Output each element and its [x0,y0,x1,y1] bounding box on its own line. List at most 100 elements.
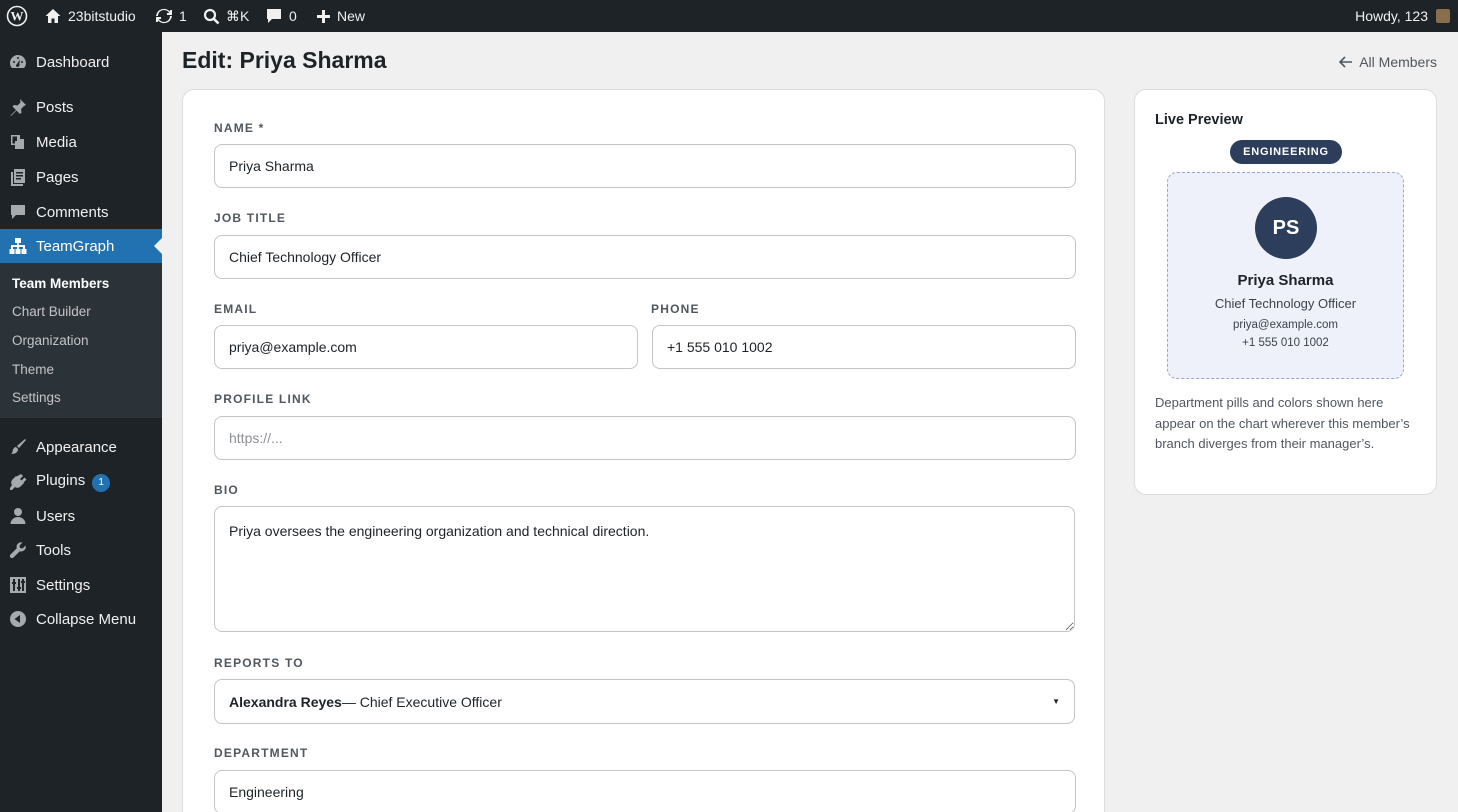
profile-link-input[interactable] [214,416,1076,460]
current-menu-arrow [154,238,162,254]
preview-note: Department pills and colors shown here a… [1155,395,1410,451]
preview-phone: +1 555 010 1002 [1242,337,1329,349]
job-title-label: JOB TITLE [214,211,287,225]
menu-label: Media [36,133,77,151]
menu-comments[interactable]: Comments [0,195,162,229]
all-members-label: All Members [1359,54,1437,70]
wrench-icon [9,541,27,559]
pages-icon [9,168,27,186]
menu-collapse[interactable]: Collapse Menu [0,602,162,636]
reports-to-name: Alexandra Reyes [229,693,342,710]
preview-email: priya@example.com [1233,319,1338,331]
howdy-label: Howdy, 123 [1355,8,1428,24]
comment-icon [9,203,27,221]
updates-count: 1 [179,8,187,24]
menu-label: Users [36,507,76,525]
menu-label: Tools [36,541,72,559]
pin-icon [9,98,27,116]
live-preview-title: Live Preview [1155,112,1243,128]
plus-icon [316,9,331,24]
name-label: NAME * [214,121,265,135]
search-shortcut-label: ⌘K [226,7,250,24]
menu-label: Plugins 1 [36,472,111,492]
reports-to-title: — Chief Executive Officer [341,693,502,710]
search-shortcut[interactable]: ⌘K [203,0,249,32]
user-icon [9,507,27,525]
reports-to-label: REPORTS TO [214,656,304,670]
menu-label: Dashboard [36,53,110,71]
menu-plugins[interactable]: Plugins 1 [0,465,162,499]
updates-icon [155,7,173,25]
comments-count: 0 [289,8,297,24]
home-icon [44,7,62,25]
department-label: DEPARTMENT [214,746,309,760]
submenu-organization[interactable]: Organization [12,333,89,348]
new-label: New [337,8,366,24]
admin-sidebar-lower: Appearance Plugins 1 Users Tools Settings… [0,418,162,812]
phone-label: PHONE [651,302,700,316]
menu-label: Collapse Menu [36,610,137,628]
name-input[interactable] [214,144,1076,188]
all-members-link[interactable]: All Members [1339,54,1437,70]
menu-label: Pages [36,168,79,186]
caret-down-icon: ▼ [1052,697,1060,706]
profile-link-label: PROFILE LINK [214,392,312,406]
email-label: EMAIL [214,302,258,316]
org-chart-icon [9,237,27,255]
bio-textarea[interactable]: Priya oversees the engineering organizat… [214,506,1075,632]
arrow-left-icon [1339,56,1353,68]
site-name: 23bitstudio [68,8,136,24]
brush-icon [9,438,27,456]
preview-node-card: PS Priya Sharma Chief Technology Officer… [1167,172,1404,379]
menu-posts[interactable]: Posts [0,90,162,124]
preview-name: Priya Sharma [1237,272,1334,289]
menu-label: Settings [36,576,91,594]
updates-link[interactable]: 1 [155,0,187,32]
avatar-icon [1436,9,1450,23]
wordpress-logo-icon[interactable]: W [6,0,28,32]
live-preview-card: Live Preview ENGINEERING PS Priya Sharma… [1134,89,1437,495]
dashboard-icon [9,53,27,71]
submenu-team-members[interactable]: Team Members [12,276,109,291]
menu-label: Appearance [36,438,117,456]
teamgraph-submenu: Team Members Chart Builder Organization … [0,263,162,418]
search-icon [203,8,220,25]
plugin-icon [9,473,27,491]
page-title: Edit: Priya Sharma [182,47,387,73]
menu-settings[interactable]: Settings [0,568,162,602]
menu-label: TeamGraph [36,237,115,255]
submenu-theme[interactable]: Theme [12,362,54,377]
email-input[interactable] [214,325,638,369]
comment-icon [265,7,283,25]
submenu-settings[interactable]: Settings [12,390,61,405]
department-input[interactable] [214,770,1076,812]
menu-tools[interactable]: Tools [0,533,162,567]
media-icon [9,133,27,151]
menu-appearance[interactable]: Appearance [0,430,162,464]
phone-input[interactable] [652,325,1076,369]
member-form-card: NAME * JOB TITLE EMAIL PHONE PROFILE LIN… [182,89,1105,812]
menu-users[interactable]: Users [0,499,162,533]
department-pill: ENGINEERING [1230,140,1342,164]
menu-teamgraph[interactable]: TeamGraph [0,229,162,263]
reports-to-select[interactable]: Alexandra Reyes — Chief Executive Office… [214,679,1075,724]
new-content-link[interactable]: New [316,0,365,32]
admin-bar: W 23bitstudio 1 ⌘K 0 New Howdy, 123 [0,0,1458,32]
settings-icon [9,576,27,594]
menu-label: Comments [36,203,109,221]
avatar: PS [1255,197,1317,259]
job-title-input[interactable] [214,235,1076,279]
menu-media[interactable]: Media [0,125,162,159]
menu-pages[interactable]: Pages [0,160,162,194]
preview-job-title: Chief Technology Officer [1214,296,1357,311]
submenu-chart-builder[interactable]: Chart Builder [12,304,91,319]
comments-link[interactable]: 0 [265,0,297,32]
menu-dashboard[interactable]: Dashboard [0,45,162,79]
svg-text:W: W [11,9,24,24]
account-menu[interactable]: Howdy, 123 [1355,0,1450,32]
menu-label: Posts [36,98,74,116]
bio-label: BIO [214,483,239,497]
site-name-link[interactable]: 23bitstudio [44,0,136,32]
collapse-icon [9,610,27,628]
plugins-update-badge: 1 [92,474,111,492]
